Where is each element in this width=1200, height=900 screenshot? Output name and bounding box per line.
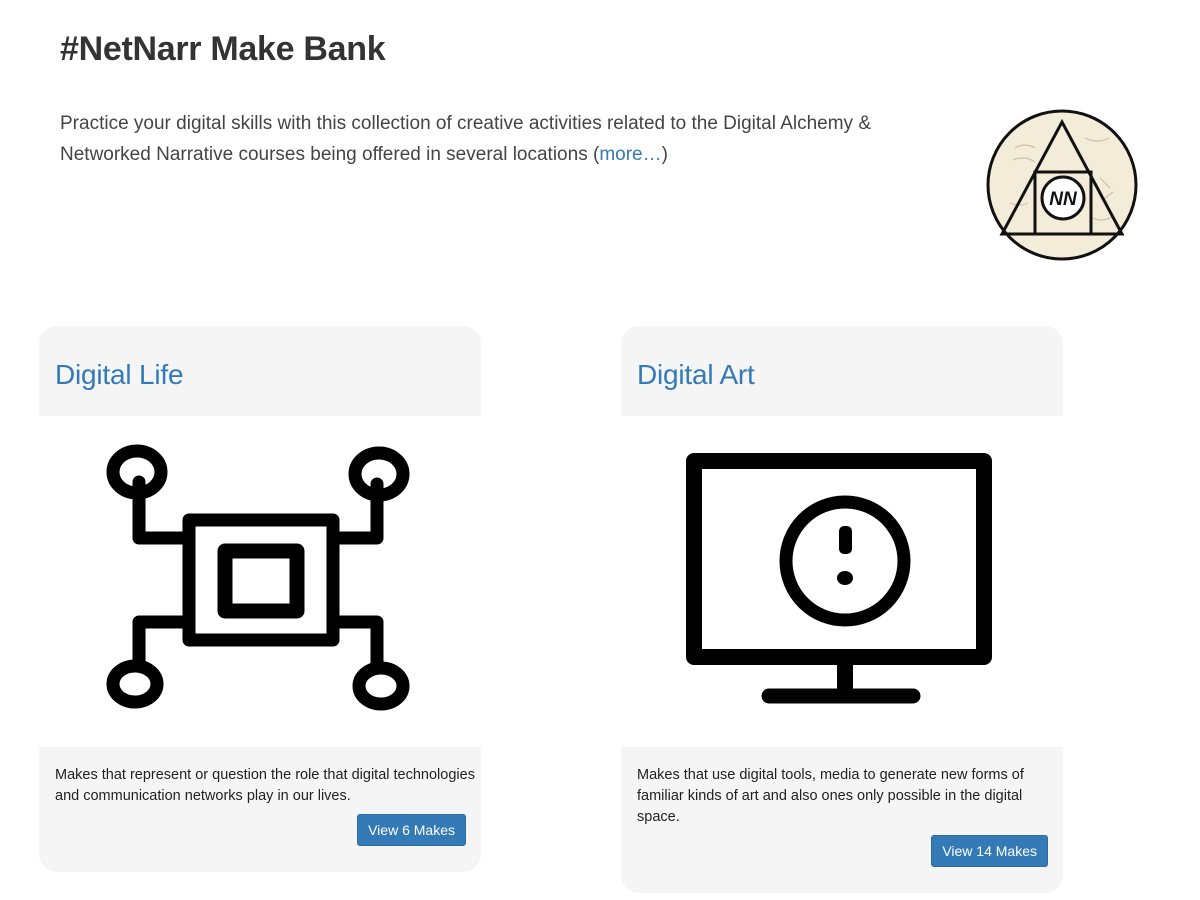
netnarr-logo: NN (985, 108, 1139, 262)
intro-close: ) (661, 144, 668, 165)
card-title-digital-art[interactable]: Digital Art (637, 359, 755, 391)
intro-text: Practice your digital skills with this c… (60, 113, 872, 165)
netnarr-logo-icon: NN (986, 109, 1138, 261)
view-makes-button-digital-art[interactable]: View 14 Makes (931, 835, 1048, 867)
card-image[interactable] (621, 416, 1063, 747)
network-chip-icon (106, 444, 410, 711)
intro-paragraph: Practice your digital skills with this c… (60, 108, 960, 170)
monitor-icon (686, 453, 992, 704)
card-title-digital-life[interactable]: Digital Life (55, 359, 184, 391)
card-digital-life: Digital Life Makes that represent or que… (39, 326, 481, 872)
card-digital-art: Digital Art Makes that use digital tools… (621, 326, 1063, 893)
more-link[interactable]: more… (599, 144, 661, 165)
card-description: Makes that represent or question the rol… (55, 767, 475, 804)
card-description: Makes that use digital tools, media to g… (637, 767, 1024, 825)
page-title: #NetNarr Make Bank (60, 30, 386, 68)
logo-text: NN (1049, 189, 1078, 210)
card-image[interactable] (39, 416, 481, 747)
view-makes-button-digital-life[interactable]: View 6 Makes (357, 814, 466, 846)
card-header: Digital Art (621, 326, 1063, 416)
card-header: Digital Life (39, 326, 481, 416)
